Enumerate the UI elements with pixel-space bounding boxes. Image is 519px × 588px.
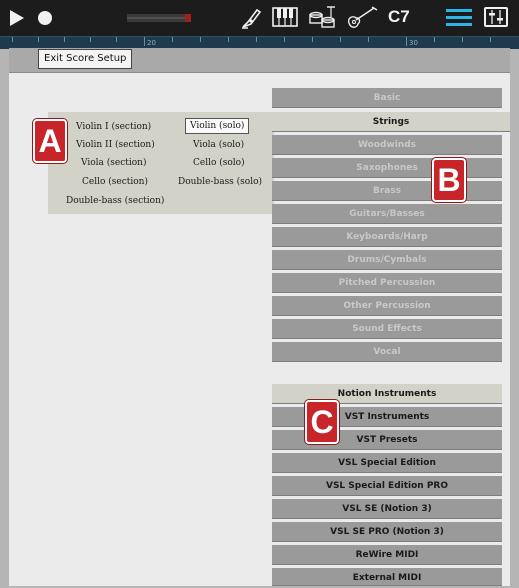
ruler-number: 20	[147, 39, 156, 47]
exit-score-setup-button[interactable]: Exit Score Setup	[38, 49, 133, 69]
category-tab[interactable]: Woodwinds	[272, 135, 502, 155]
ruler-number: 30	[409, 39, 418, 47]
category-tab[interactable]: Sound Effects	[272, 319, 502, 339]
category-tab[interactable]: Drums/Cymbals	[272, 250, 502, 270]
category-tab[interactable]: Keyboards/Harp	[272, 227, 502, 247]
mixer-icon[interactable]	[484, 7, 508, 27]
drums-icon[interactable]	[307, 5, 337, 31]
guitar-icon[interactable]	[345, 5, 379, 31]
category-tab[interactable]: Basic	[272, 88, 502, 108]
callout-badge-a: A	[33, 119, 67, 163]
category-tab[interactable]: Pitched Percussion	[272, 273, 502, 293]
category-tab-selected[interactable]: Strings	[272, 112, 510, 132]
category-tab[interactable]: Other Percussion	[272, 296, 502, 316]
play-icon[interactable]	[10, 10, 24, 26]
instrument-item[interactable]: Violin I (section)	[76, 122, 151, 132]
list-view-icon[interactable]	[446, 9, 472, 27]
category-tab[interactable]: Vocal	[272, 342, 502, 362]
source-tab[interactable]: VSL SE PRO (Notion 3)	[272, 522, 502, 542]
source-tab[interactable]: ReWire MIDI	[272, 545, 502, 565]
instrument-item[interactable]: Viola (solo)	[193, 140, 244, 150]
level-meter	[127, 14, 191, 22]
callout-badge-b: B	[432, 158, 466, 202]
top-toolbar: C7	[0, 0, 519, 36]
category-tab[interactable]: Saxophones	[272, 158, 502, 178]
source-tab[interactable]: External MIDI	[272, 568, 502, 586]
category-tab[interactable]: Brass	[272, 181, 502, 201]
source-tab[interactable]: VSL Special Edition	[272, 453, 502, 473]
record-icon[interactable]	[38, 11, 52, 25]
instrument-item[interactable]: Viola (section)	[81, 158, 146, 168]
instrument-item[interactable]: Cello (solo)	[193, 158, 245, 168]
pen-icon[interactable]	[240, 6, 262, 30]
instrument-item[interactable]: Double-bass (solo)	[178, 177, 262, 187]
instrument-item[interactable]: Cello (section)	[82, 177, 148, 187]
source-tab[interactable]: VSL Special Edition PRO	[272, 476, 502, 496]
instrument-item-selected[interactable]: Violin (solo)	[185, 118, 250, 134]
key-signature-label: C7	[388, 7, 410, 26]
callout-badge-c: C	[305, 400, 339, 444]
instrument-item[interactable]: Double-bass (section)	[66, 196, 164, 206]
category-tab[interactable]: Guitars/Basses	[272, 204, 502, 224]
instrument-item[interactable]: Violin II (section)	[76, 140, 155, 150]
source-tab[interactable]: VSL SE (Notion 3)	[272, 499, 502, 519]
keyboard-icon[interactable]	[272, 7, 298, 27]
